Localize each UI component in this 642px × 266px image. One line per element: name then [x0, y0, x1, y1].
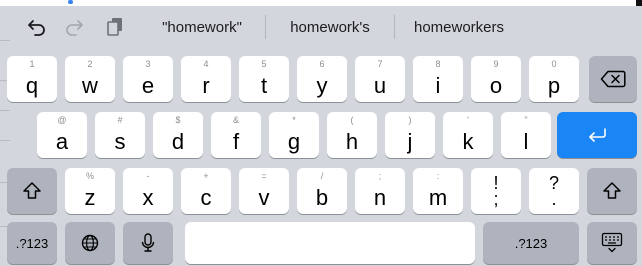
shift-key-right[interactable] [587, 168, 637, 214]
keyboard-dismiss-icon [587, 222, 637, 264]
key-x[interactable]: -x [123, 168, 173, 214]
key-q[interactable]: 1q [7, 56, 57, 102]
paste-icon[interactable] [104, 16, 126, 38]
key-exclaim-semicolon[interactable]: !; [471, 168, 521, 214]
microphone-icon [123, 222, 173, 264]
key-t[interactable]: 5t [239, 56, 289, 102]
key-b[interactable]: / b [297, 168, 347, 214]
delete-key[interactable] [589, 56, 637, 102]
shift-icon [7, 168, 57, 214]
predictive-bar: "homework" homework's homeworkers [0, 6, 642, 48]
key-o[interactable]: 9o [471, 56, 521, 102]
suggestion-1[interactable]: "homework" [140, 6, 264, 48]
key-s[interactable]: # s [95, 112, 145, 158]
app-indicator-icon [68, 0, 73, 4]
numbers-key-right[interactable]: .?123 [483, 222, 579, 264]
dismiss-keyboard-key[interactable] [587, 222, 637, 264]
key-m[interactable]: :m [413, 168, 463, 214]
shift-icon [587, 168, 637, 214]
ipad-keyboard: "homework" homework's homeworkers 1q 2w … [0, 6, 642, 266]
undo-icon[interactable] [26, 16, 48, 38]
key-u[interactable]: 7u [355, 56, 405, 102]
return-icon [557, 112, 637, 158]
suggestion-2[interactable]: homework's [266, 6, 394, 48]
key-n[interactable]: ; n [355, 168, 405, 214]
dictation-key[interactable] [123, 222, 173, 264]
return-key[interactable] [557, 112, 637, 158]
key-w[interactable]: 2w [65, 56, 115, 102]
key-question-period[interactable]: ?. [529, 168, 579, 214]
globe-key[interactable] [65, 222, 115, 264]
key-f[interactable]: & f [211, 112, 261, 158]
key-g[interactable]: * g [269, 112, 319, 158]
key-j[interactable]: ) j [385, 112, 435, 158]
key-h[interactable]: (h [327, 112, 377, 158]
key-v[interactable]: = v [239, 168, 289, 214]
key-d[interactable]: $ d [153, 112, 203, 158]
key-i[interactable]: 8i [413, 56, 463, 102]
key-p[interactable]: 0p [529, 56, 579, 102]
globe-icon [65, 222, 115, 264]
shift-key-left[interactable] [7, 168, 57, 214]
key-k[interactable]: ' k [443, 112, 493, 158]
key-l[interactable]: " l [501, 112, 551, 158]
redo-icon[interactable] [63, 16, 85, 38]
key-y[interactable]: 6y [297, 56, 347, 102]
numbers-key-left[interactable]: .?123 [7, 222, 57, 264]
key-c[interactable]: + c [181, 168, 231, 214]
backspace-icon [589, 56, 637, 102]
key-r[interactable]: 4r [181, 56, 231, 102]
suggestion-3[interactable]: homeworkers [395, 6, 523, 48]
key-a[interactable]: @ a [37, 112, 87, 158]
key-e[interactable]: 3e [123, 56, 173, 102]
space-bar[interactable] [185, 222, 475, 264]
key-z[interactable]: % z [65, 168, 115, 214]
